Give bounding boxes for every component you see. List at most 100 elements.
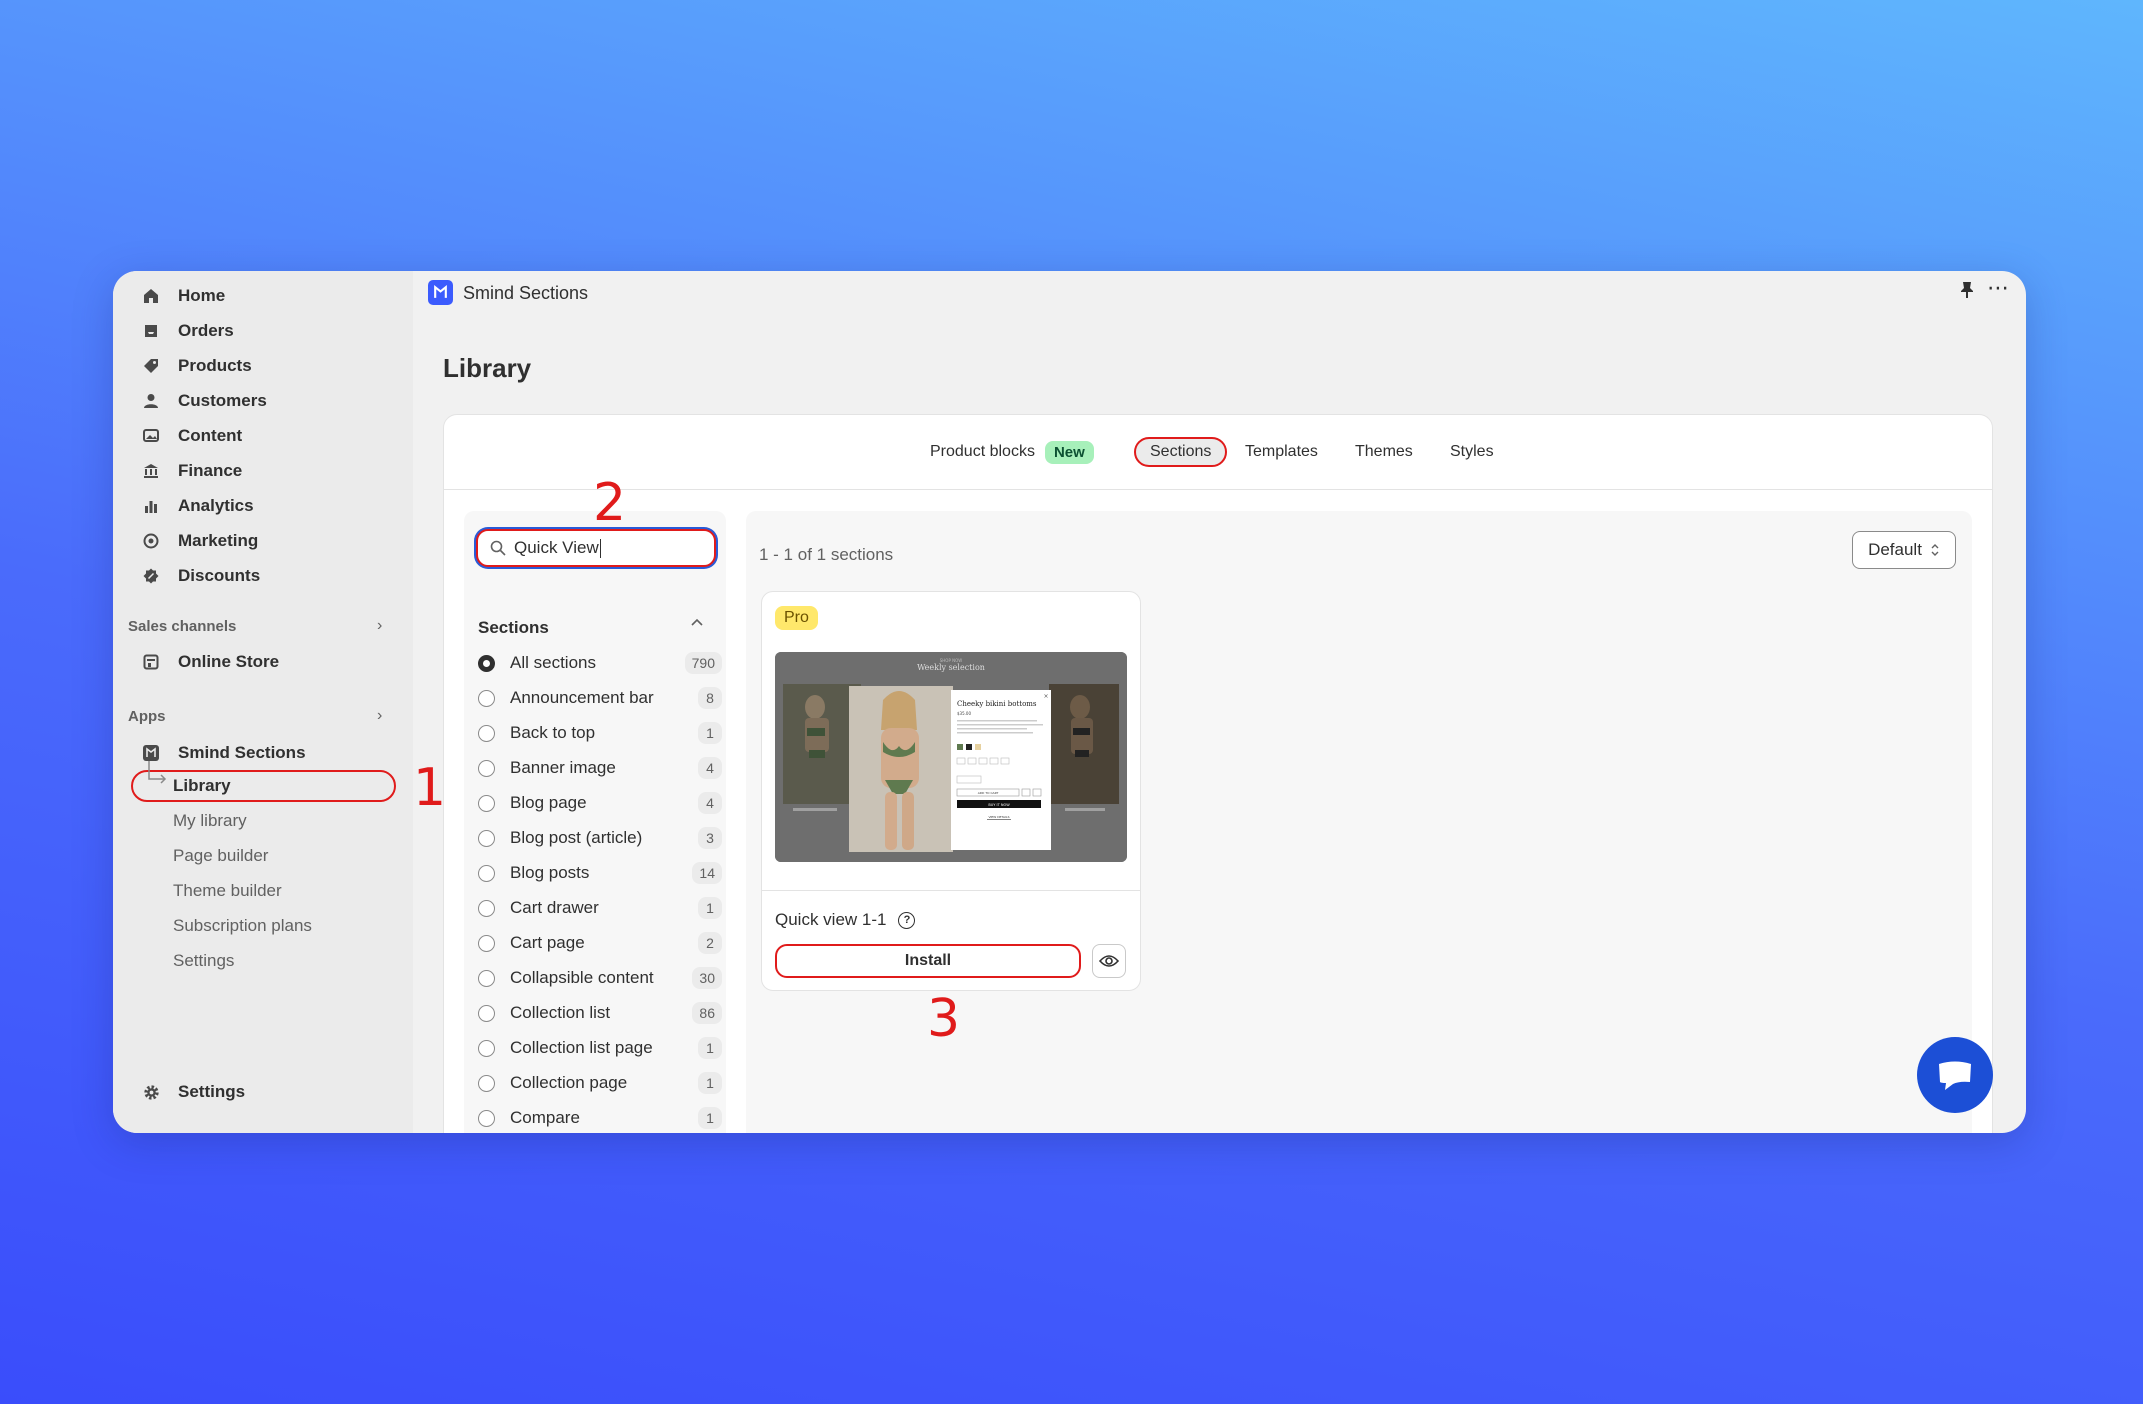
chevron-right-icon[interactable]: ›: [377, 707, 382, 725]
sub-item-page-builder[interactable]: Page builder: [173, 841, 268, 871]
radio[interactable]: [478, 1039, 495, 1057]
preview-modal-price: $35.00: [957, 711, 971, 716]
nav-label: Analytics: [178, 496, 254, 515]
search-value: Quick View: [514, 538, 599, 557]
sub-item-subscription-plans[interactable]: Subscription plans: [173, 911, 312, 941]
nav-label: Online Store: [178, 652, 280, 671]
sort-select[interactable]: Default: [1852, 531, 1956, 569]
nav-label: Marketing: [178, 531, 259, 550]
option-label: Back to top: [510, 723, 596, 742]
option-count: 1: [698, 1072, 722, 1094]
nav-item-finance[interactable]: Finance: [141, 456, 242, 486]
sidebar: Home Orders Products Customers Content F…: [113, 271, 413, 1133]
bar-chart-icon: [141, 496, 161, 516]
more-options-icon[interactable]: ⋯: [1987, 275, 2010, 301]
filters-panel: Quick View Sections All sections 790 Anno…: [464, 511, 726, 1133]
nav-label: Products: [178, 356, 252, 375]
tab-templates[interactable]: Templates: [1245, 437, 1318, 467]
nav-item-analytics[interactable]: Analytics: [141, 491, 254, 521]
tab-themes[interactable]: Themes: [1355, 437, 1413, 467]
filter-option[interactable]: Blog page 4: [478, 788, 722, 818]
chat-button[interactable]: [1917, 1037, 1993, 1113]
radio[interactable]: [478, 934, 495, 952]
filter-option[interactable]: Announcement bar 8: [478, 683, 722, 713]
nav-label: Discounts: [178, 566, 261, 585]
filter-option[interactable]: Collection page 1: [478, 1068, 722, 1098]
filter-option[interactable]: Collection list 86: [478, 998, 722, 1028]
section-preview-image[interactable]: SHOP NOW Weekly selection × Cheeky bikin…: [775, 652, 1127, 862]
option-label: Blog page: [510, 793, 587, 812]
option-count: 2: [698, 932, 722, 954]
section-card[interactable]: Pro SHOP NOW Weekly selection × Cheeky b…: [761, 591, 1141, 991]
chevron-up-icon[interactable]: [690, 616, 704, 635]
tab-styles[interactable]: Styles: [1450, 437, 1494, 467]
radio[interactable]: [478, 829, 495, 847]
inbox-icon: [141, 321, 161, 341]
tab-label: Product blocks: [930, 443, 1035, 460]
radio[interactable]: [478, 794, 495, 812]
radio[interactable]: [478, 1109, 495, 1127]
nav-item-online-store[interactable]: Online Store: [141, 647, 279, 677]
apps-heading: Apps: [128, 708, 166, 725]
nav-label: Home: [178, 286, 226, 305]
tab-sections[interactable]: Sections: [1134, 437, 1228, 467]
chevron-right-icon[interactable]: ›: [377, 617, 382, 635]
option-label: Collapsible content: [510, 968, 654, 987]
svg-text:×: ×: [1043, 693, 1048, 700]
gear-icon: [141, 1082, 161, 1102]
search-input[interactable]: Quick View: [476, 529, 716, 567]
pin-icon[interactable]: [1960, 281, 1974, 304]
home-icon: [141, 286, 161, 306]
radio[interactable]: [478, 864, 495, 882]
filter-option[interactable]: Compare 1: [478, 1103, 722, 1133]
option-label: Cart drawer: [510, 898, 599, 917]
tree-connector-icon: [148, 761, 167, 784]
radio[interactable]: [478, 1004, 495, 1022]
filter-option[interactable]: Blog post (article) 3: [478, 823, 722, 853]
filter-option[interactable]: All sections 790: [478, 648, 722, 678]
filter-option[interactable]: Back to top 1: [478, 718, 722, 748]
page-title: Library: [443, 353, 532, 383]
sub-item-my-library[interactable]: My library: [173, 806, 247, 836]
target-icon: [141, 531, 161, 551]
nav-item-settings[interactable]: Settings: [141, 1077, 245, 1107]
annotation-3: 3: [927, 989, 961, 1049]
filter-option[interactable]: Collection list page 1: [478, 1033, 722, 1063]
filter-option[interactable]: Cart page 2: [478, 928, 722, 958]
nav-item-marketing[interactable]: Marketing: [141, 526, 258, 556]
nav-item-discounts[interactable]: Discounts: [141, 561, 260, 591]
radio[interactable]: [478, 899, 495, 917]
filter-option[interactable]: Collapsible content 30: [478, 963, 722, 993]
radio[interactable]: [478, 1074, 495, 1092]
radio[interactable]: [478, 759, 495, 777]
discount-icon: [141, 566, 161, 586]
radio[interactable]: [478, 689, 495, 707]
nav-item-orders[interactable]: Orders: [141, 316, 234, 346]
filter-option[interactable]: Banner image 4: [478, 753, 722, 783]
sub-item-library[interactable]: Library: [173, 771, 231, 801]
nav-item-content[interactable]: Content: [141, 421, 242, 451]
sub-item-settings[interactable]: Settings: [173, 946, 234, 976]
preview-button[interactable]: [1092, 944, 1126, 978]
option-count: 1: [698, 897, 722, 919]
sub-item-theme-builder[interactable]: Theme builder: [173, 876, 282, 906]
radio[interactable]: [478, 724, 495, 742]
tab-product-blocks[interactable]: Product blocks New: [930, 437, 1094, 467]
option-label: Banner image: [510, 758, 616, 777]
radio-selected[interactable]: [478, 654, 495, 672]
nav-label: Customers: [178, 391, 267, 410]
nav-item-home[interactable]: Home: [141, 281, 225, 311]
help-icon[interactable]: ?: [898, 911, 916, 929]
preview-buy-now: BUY IT NOW: [988, 803, 1010, 807]
nav-item-products[interactable]: Products: [141, 351, 252, 381]
filter-option[interactable]: Cart drawer 1: [478, 893, 722, 923]
filter-option[interactable]: Blog posts 14: [478, 858, 722, 888]
preview-view-details: VIEW DETAILS: [988, 815, 1009, 819]
option-label: Cart page: [510, 933, 585, 952]
install-button[interactable]: Install: [775, 944, 1081, 978]
tag-icon: [141, 356, 161, 376]
nav-item-customers[interactable]: Customers: [141, 386, 267, 416]
sales-channels-heading: Sales channels: [128, 618, 237, 635]
option-label: All sections: [510, 653, 596, 672]
radio[interactable]: [478, 969, 495, 987]
